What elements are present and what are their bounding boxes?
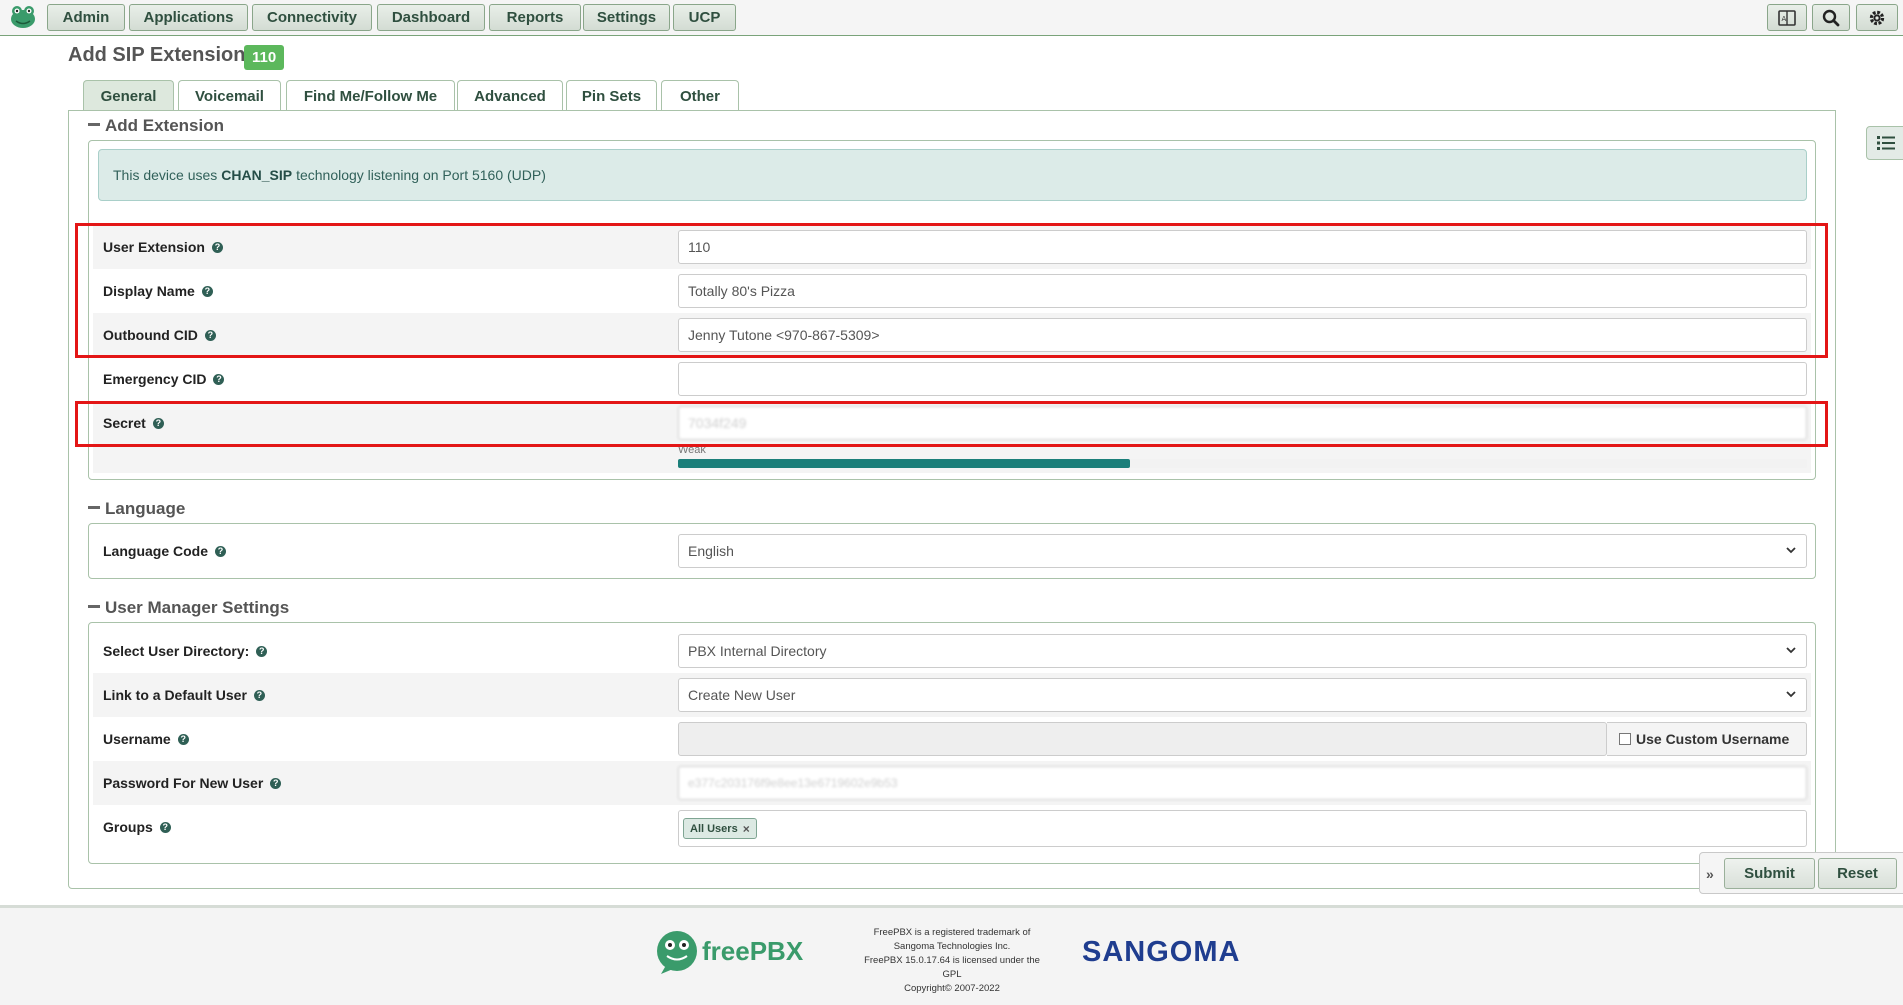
- nav-dashboard[interactable]: Dashboard: [377, 4, 485, 31]
- label-language-code: Language Code: [103, 543, 209, 559]
- password-new-user-input[interactable]: e377c203176f9e8ee13e6719602e9b53: [678, 766, 1807, 800]
- tab-find-me-follow-me[interactable]: Find Me/Follow Me: [286, 80, 455, 111]
- label-display-name: Display Name: [103, 283, 195, 299]
- custom-username-checkbox[interactable]: [1619, 733, 1631, 745]
- help-icon[interactable]: ?: [270, 777, 282, 789]
- freepbx-logo: freePBX: [655, 929, 805, 975]
- tab-other[interactable]: Other: [661, 80, 739, 111]
- section-user-manager[interactable]: User Manager Settings: [88, 598, 289, 618]
- search-icon: [1822, 9, 1840, 26]
- freepbx-logo-text: freePBX: [702, 936, 804, 966]
- settings-button[interactable]: [1856, 4, 1898, 31]
- tab-advanced[interactable]: Advanced: [457, 80, 563, 111]
- collapse-icon: [88, 506, 100, 510]
- label-outbound-cid: Outbound CID: [103, 327, 198, 343]
- help-icon[interactable]: ?: [253, 689, 265, 701]
- nav-connectivity[interactable]: Connectivity: [252, 4, 372, 31]
- label-user-directory: Select User Directory:: [103, 643, 250, 659]
- search-button[interactable]: [1812, 4, 1850, 31]
- tab-voicemail[interactable]: Voicemail: [178, 80, 281, 111]
- tab-pin-sets[interactable]: Pin Sets: [566, 80, 657, 111]
- nav-ucp[interactable]: UCP: [673, 4, 736, 31]
- chevron-down-icon: [1786, 647, 1796, 654]
- extension-badge: 110: [244, 45, 285, 70]
- nav-admin[interactable]: Admin: [47, 4, 125, 31]
- label-default-user: Link to a Default User: [103, 687, 247, 703]
- chevron-down-icon: [1786, 547, 1796, 554]
- section-add-extension[interactable]: Add Extension: [88, 116, 224, 136]
- emergency-cid-input[interactable]: [678, 362, 1807, 396]
- collapse-icon: [88, 605, 100, 609]
- section-language[interactable]: Language: [88, 499, 185, 519]
- default-user-select[interactable]: Create New User: [678, 678, 1807, 712]
- user-directory-select[interactable]: PBX Internal Directory: [678, 634, 1807, 668]
- device-info-alert: This device uses CHAN_SIP technology lis…: [98, 149, 1807, 201]
- page-title: Add SIP Extension: [68, 44, 246, 66]
- label-groups: Groups: [103, 819, 153, 835]
- secret-input[interactable]: 7034f249: [678, 406, 1807, 440]
- top-navigation: Admin Applications Connectivity Dashboar…: [0, 0, 1903, 36]
- nav-settings[interactable]: Settings: [583, 4, 670, 31]
- label-password-new-user: Password For New User: [103, 775, 264, 791]
- chevron-down-icon: [1786, 691, 1796, 698]
- collapse-icon: [88, 123, 100, 127]
- freepbx-frog-icon[interactable]: [9, 4, 37, 30]
- help-icon[interactable]: ?: [152, 417, 164, 429]
- help-icon[interactable]: ?: [201, 285, 213, 297]
- nav-reports[interactable]: Reports: [489, 4, 581, 31]
- collapse-bar-icon[interactable]: »: [1706, 866, 1714, 882]
- submit-button[interactable]: Submit: [1724, 858, 1815, 889]
- help-icon[interactable]: ?: [177, 733, 189, 745]
- password-strength-bar: [678, 459, 1807, 468]
- help-icon[interactable]: ?: [204, 329, 216, 341]
- nav-applications[interactable]: Applications: [129, 4, 248, 31]
- remove-tag-icon[interactable]: ×: [743, 822, 750, 836]
- help-icon[interactable]: ?: [159, 821, 171, 833]
- svg-text:A: A: [1782, 15, 1787, 23]
- use-custom-username-toggle[interactable]: Use Custom Username: [1607, 722, 1807, 756]
- sidebar-toggle-button[interactable]: [1866, 126, 1903, 160]
- floating-action-bar: » Submit Reset: [1699, 852, 1903, 894]
- copyright-text: FreePBX is a registered trademark of San…: [864, 927, 1040, 994]
- footer: freePBX FreePBX is a registered trademar…: [0, 908, 1903, 1005]
- label-user-extension: User Extension: [103, 239, 205, 255]
- outbound-cid-input[interactable]: Jenny Tutone <970-867-5309>: [678, 318, 1807, 352]
- gear-icon: [1869, 10, 1885, 25]
- label-secret: Secret: [103, 415, 146, 431]
- sangoma-logo: SANGOMA: [1082, 936, 1241, 968]
- username-input: [678, 722, 1607, 756]
- label-username: Username: [103, 731, 171, 747]
- label-emergency-cid: Emergency CID: [103, 371, 207, 387]
- groups-input[interactable]: [678, 810, 1807, 847]
- help-icon[interactable]: ?: [256, 645, 268, 657]
- freepbx-frog-logo-icon: [657, 931, 697, 974]
- language-code-select[interactable]: English: [678, 534, 1807, 568]
- language-button[interactable]: A: [1767, 4, 1807, 31]
- language-book-icon: A: [1778, 9, 1796, 26]
- password-strength-fill: [678, 459, 1130, 468]
- help-icon[interactable]: ?: [213, 373, 225, 385]
- list-icon: [1877, 136, 1895, 150]
- password-strength-label: Weak: [678, 444, 706, 456]
- display-name-input[interactable]: Totally 80's Pizza: [678, 274, 1807, 308]
- user-extension-input[interactable]: 110: [678, 230, 1807, 264]
- reset-button[interactable]: Reset: [1818, 858, 1897, 889]
- help-icon[interactable]: ?: [211, 241, 223, 253]
- group-tag: All Users ×: [683, 818, 757, 839]
- tab-general[interactable]: General: [83, 80, 174, 111]
- help-icon[interactable]: ?: [215, 545, 227, 557]
